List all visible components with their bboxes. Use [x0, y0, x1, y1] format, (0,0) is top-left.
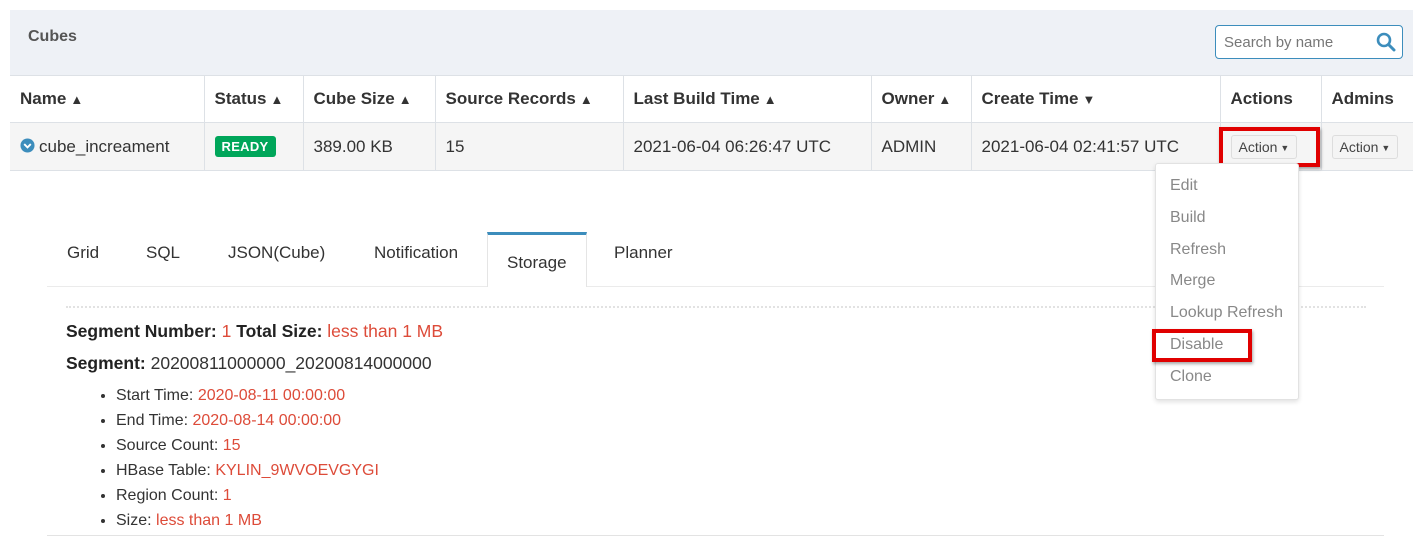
column-header-owner[interactable]: Owner ▲︎	[870, 75, 971, 123]
sort-icon[interactable]: ▲︎	[764, 92, 777, 107]
list-item: HBase Table: KYLIN_9WVOEVGYGI	[116, 458, 443, 483]
page-title: Cubes	[28, 28, 77, 45]
total-size-value: less than 1 MB	[327, 321, 444, 341]
tab-json-cube[interactable]: JSON(Cube)	[228, 243, 325, 263]
list-item: End Time: 2020-08-14 00:00:00	[116, 408, 443, 433]
caret-down-icon: ▼	[1381, 142, 1391, 153]
column-header-create-time[interactable]: Create Time ▼	[970, 75, 1220, 123]
list-item: Region Count: 1	[116, 483, 443, 508]
column-header-status[interactable]: Status ▲︎	[203, 75, 303, 123]
list-item: Source Count: 15	[116, 433, 443, 458]
list-item: Start Time: 2020-08-11 00:00:00	[116, 383, 443, 408]
owner-cell: ADMIN	[870, 122, 971, 171]
tab-planner[interactable]: Planner	[614, 243, 673, 263]
highlight-box-action	[1219, 127, 1320, 167]
column-header-name[interactable]: Name ▲︎	[10, 75, 204, 123]
segment-details-list: Start Time: 2020-08-11 00:00:00 End Time…	[66, 383, 443, 533]
menu-item-edit[interactable]: Edit	[1170, 177, 1198, 195]
segment-number-value: 1	[221, 321, 232, 341]
cubes-header: Cubes	[10, 10, 1413, 75]
tab-sql[interactable]: SQL	[146, 243, 180, 263]
column-header-cube-size[interactable]: Cube Size ▲︎	[302, 75, 435, 123]
menu-item-merge[interactable]: Merge	[1170, 272, 1215, 290]
table-header-row: Name ▲︎ Status ▲︎ Cube Size ▲︎ Source Recor…	[10, 75, 1413, 123]
sort-icon[interactable]: ▲︎	[70, 92, 83, 107]
menu-item-build[interactable]: Build	[1170, 209, 1206, 227]
tab-grid[interactable]: Grid	[67, 243, 99, 263]
highlight-box-disable	[1152, 329, 1252, 362]
sort-icon[interactable]: ▲︎	[938, 92, 951, 107]
cube-name[interactable]: cube_increament	[39, 137, 169, 156]
tab-notification[interactable]: Notification	[374, 243, 458, 263]
column-header-source-records[interactable]: Source Records ▲︎	[434, 75, 623, 123]
list-item: Size: less than 1 MB	[116, 508, 443, 533]
column-header-admins: Admins	[1320, 75, 1413, 123]
cube-name-cell[interactable]: cube_increament	[10, 122, 204, 171]
sort-desc-icon[interactable]: ▼	[1083, 92, 1096, 107]
sort-icon[interactable]: ▲︎	[399, 92, 412, 107]
search-icon[interactable]	[1376, 32, 1396, 52]
sort-icon[interactable]: ▲︎	[580, 92, 593, 107]
admin-action-dropdown-button[interactable]: Action ▼	[1331, 134, 1399, 159]
column-header-last-build-time[interactable]: Last Build Time ▲︎	[622, 75, 871, 123]
cubes-table: Name ▲︎ Status ▲︎ Cube Size ▲︎ Source Recor…	[10, 75, 1413, 171]
action-dropdown-menu: Edit Build Refresh Merge Lookup Refresh …	[1155, 163, 1299, 400]
column-header-actions: Actions	[1219, 75, 1321, 123]
tab-storage[interactable]: Storage	[487, 232, 587, 287]
last-build-time-cell: 2021-06-04 06:26:47 UTC	[622, 122, 871, 171]
segment-summary: Segment Number: 1 Total Size: less than …	[66, 321, 444, 341]
chevron-down-circle-icon[interactable]	[20, 137, 35, 153]
menu-item-clone[interactable]: Clone	[1170, 368, 1212, 386]
storage-content: Segment Number: 1 Total Size: less than …	[66, 317, 443, 533]
status-badge: READY	[214, 136, 276, 157]
segment-name: 20200811000000_20200814000000	[150, 353, 432, 373]
status-cell: READY	[203, 122, 303, 171]
menu-item-lookup-refresh[interactable]: Lookup Refresh	[1170, 304, 1283, 322]
admins-cell: Action ▼	[1320, 122, 1413, 171]
search-input[interactable]	[1216, 26, 1366, 58]
search-box[interactable]	[1215, 25, 1403, 59]
segment-line: Segment: 20200811000000_20200814000000	[66, 353, 432, 373]
cube-size-cell: 389.00 KB	[302, 122, 435, 171]
sort-icon[interactable]: ▲︎	[270, 92, 283, 107]
source-records-cell: 15	[434, 122, 623, 171]
menu-item-refresh[interactable]: Refresh	[1170, 241, 1226, 259]
